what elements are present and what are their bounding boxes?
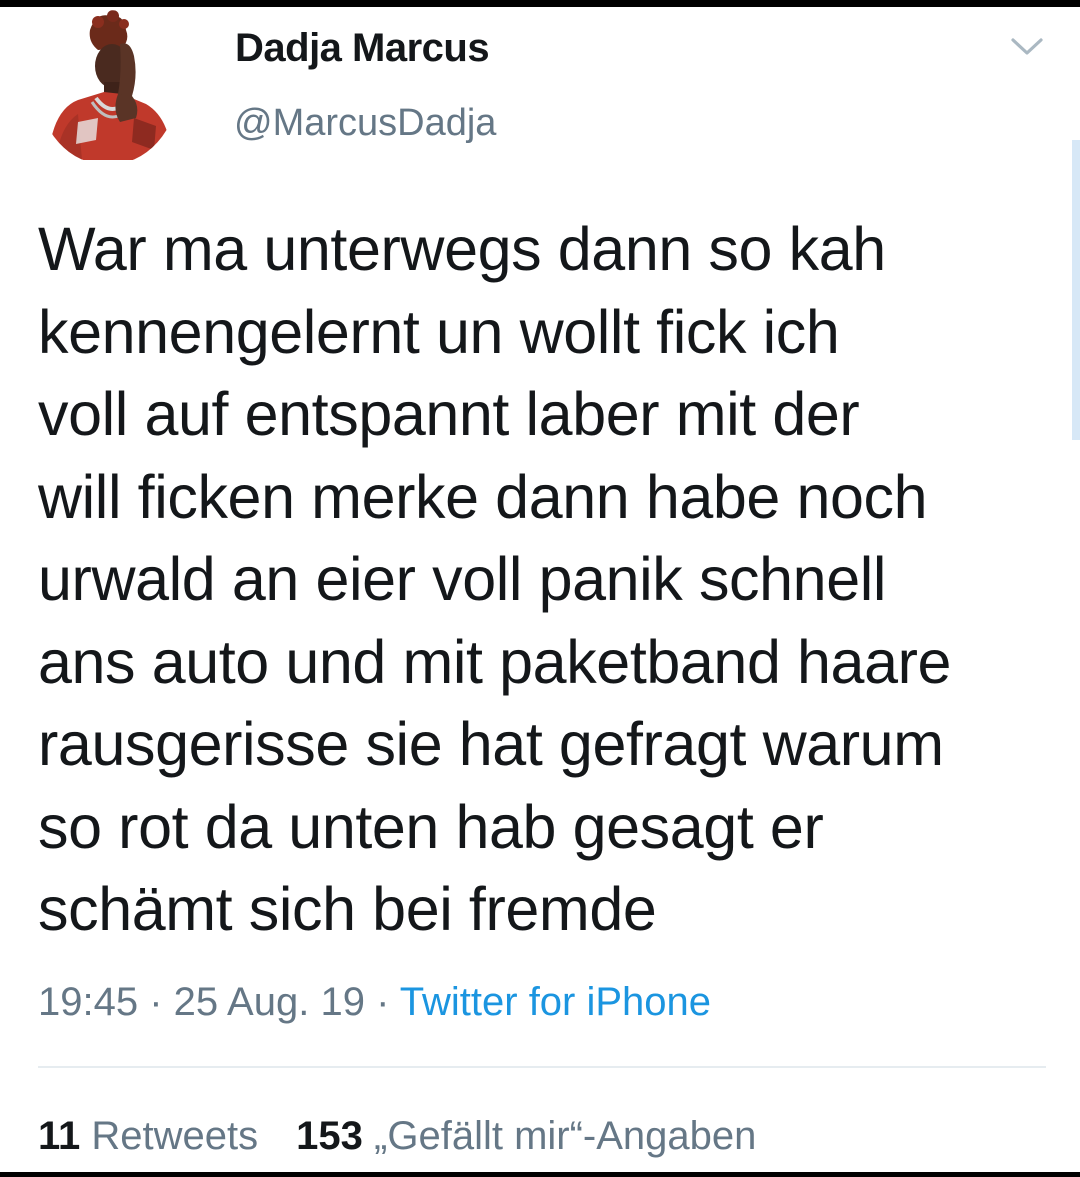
chevron-down-icon[interactable] (1010, 36, 1044, 58)
display-name[interactable]: Dadja Marcus (235, 26, 490, 71)
tweet-time: 19:45 (38, 980, 139, 1024)
retweets-label: Retweets (91, 1114, 259, 1158)
divider (38, 1066, 1046, 1068)
top-border (0, 0, 1080, 7)
likes-count: 153 (296, 1114, 363, 1158)
avatar[interactable] (38, 10, 178, 165)
tweet-stats: 11 Retweets 153 „Gefällt mir“-Angaben (38, 1114, 756, 1159)
avatar-illustration (48, 10, 172, 160)
tweet-date: 25 Aug. 19 (173, 980, 365, 1024)
tweet-text: War ma unterwegs dann so kah kennengeler… (38, 215, 952, 943)
meta-separator: · (364, 980, 400, 1024)
tweet-meta: 19:45 · 25 Aug. 19 · Twitter for iPhone (38, 980, 711, 1025)
meta-separator: · (138, 980, 174, 1024)
user-handle[interactable]: @MarcusDadja (234, 102, 496, 145)
likes-stat[interactable]: 153 „Gefällt mir“-Angaben (296, 1114, 756, 1158)
scroll-indicator (1072, 140, 1080, 440)
retweets-stat[interactable]: 11 Retweets (38, 1114, 258, 1158)
tweet-source-link[interactable]: Twitter for iPhone (400, 980, 711, 1024)
retweets-count: 11 (38, 1114, 81, 1158)
bottom-border (0, 1172, 1080, 1177)
likes-label: „Gefällt mir“-Angaben (374, 1114, 757, 1158)
